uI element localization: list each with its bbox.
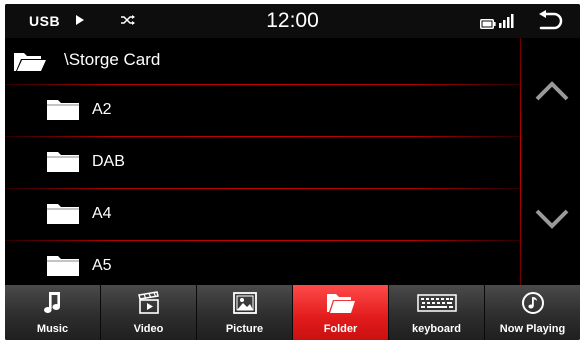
scroll-divider — [520, 38, 521, 285]
tab-label: Music — [36, 323, 69, 335]
tab-music[interactable]: Music — [5, 285, 101, 340]
folder-name: A4 — [92, 205, 112, 222]
keyboard-icon — [389, 290, 484, 316]
folder-icon — [46, 255, 80, 282]
bottom-tab-bar: Music Video Picture Folder keyboard Now … — [5, 285, 580, 340]
folder-item[interactable]: A2 — [5, 85, 520, 136]
folder-icon — [46, 203, 80, 230]
folder-icon — [46, 99, 80, 126]
chevron-up-icon — [535, 81, 569, 101]
scroll-down-button[interactable] — [534, 207, 570, 233]
current-path: \Storge Card — [64, 50, 161, 69]
folder-icon — [293, 290, 388, 316]
tab-label: Video — [133, 323, 164, 335]
tab-keyboard[interactable]: keyboard — [389, 285, 485, 340]
tab-label: Picture — [225, 323, 264, 335]
folder-name: DAB — [92, 153, 125, 170]
chevron-down-icon — [535, 209, 569, 229]
head-unit-screen: USB 12:00 \Storge Card A2 DAB A4 A5 Musi… — [5, 4, 580, 340]
picture-icon — [197, 290, 292, 316]
current-path-row: \Storge Card — [5, 38, 520, 84]
signal-icon — [499, 14, 515, 33]
tab-picture[interactable]: Picture — [197, 285, 293, 340]
back-icon[interactable] — [537, 10, 563, 37]
scroll-up-button[interactable] — [534, 77, 570, 103]
tab-label: keyboard — [412, 323, 461, 335]
folder-item[interactable]: DAB — [5, 137, 520, 188]
tab-label: Now Playing — [499, 323, 566, 335]
folder-item[interactable]: A4 — [5, 189, 520, 240]
status-bar: USB 12:00 — [5, 4, 580, 38]
file-browser: \Storge Card A2 DAB A4 A5 — [5, 38, 520, 285]
tab-video[interactable]: Video — [101, 285, 197, 340]
music-note-icon — [5, 290, 100, 316]
folder-name: A5 — [92, 257, 112, 274]
folder-name: A2 — [92, 101, 112, 118]
folder-icon — [46, 151, 80, 178]
now-playing-icon — [485, 290, 580, 316]
tab-folder[interactable]: Folder — [293, 285, 389, 340]
battery-icon — [480, 16, 496, 34]
video-icon — [101, 290, 196, 316]
open-folder-icon — [13, 50, 47, 77]
tab-now-playing[interactable]: Now Playing — [485, 285, 580, 340]
tab-label: Folder — [323, 323, 358, 335]
